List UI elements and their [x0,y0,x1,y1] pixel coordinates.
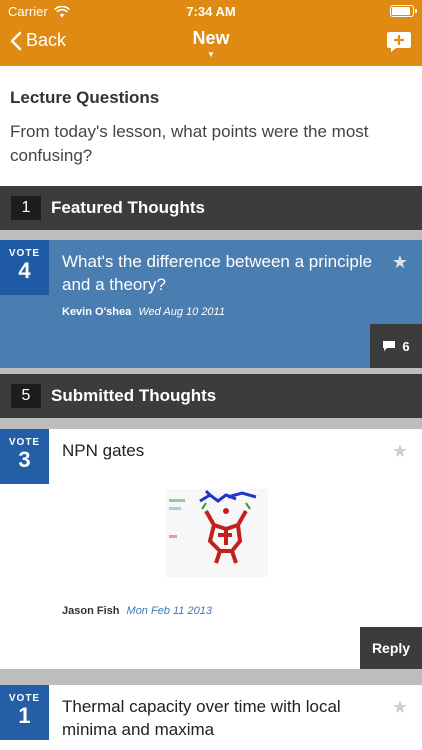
comment-icon [383,341,396,351]
author-name: Kevin O'shea [62,306,132,318]
compose-icon [387,32,411,52]
star-icon[interactable]: ★ [392,252,408,273]
featured-thought-card[interactable]: VOTE 4 What's the difference between a p… [0,240,422,368]
thought-title: Thermal capacity over time with local mi… [62,697,341,739]
vote-count: 4 [18,258,31,283]
clock: 7:34 AM [186,4,236,19]
question-text: From today's lesson, what points were th… [10,122,369,165]
vote-button[interactable]: VOTE 3 [0,429,49,484]
thought-meta: Kevin O'shea Wed Aug 10 2011 [62,306,225,318]
section-count: 1 [11,196,41,220]
featured-section-header: 1 Featured Thoughts [0,186,422,230]
question-title: Lecture Questions [10,88,160,107]
status-bar: Carrier 7:34 AM [0,0,422,22]
nav-title[interactable]: New [0,28,422,49]
section-label: Featured Thoughts [51,198,205,217]
star-icon[interactable]: ★ [392,697,408,718]
submitted-section-header: 5 Submitted Thoughts [0,374,422,418]
battery-icon [390,5,417,17]
divider [0,418,422,429]
thought-meta: Jason Fish Mon Feb 11 2013 [62,605,212,617]
submitted-thought-card[interactable]: VOTE 1 Thermal capacity over time with l… [0,685,422,750]
section-count: 5 [11,384,41,408]
vote-button[interactable]: VOTE 4 [0,240,49,295]
comment-count: 6 [402,338,410,354]
author-name: Jason Fish [62,605,120,617]
thought-title: NPN gates [62,441,145,460]
question-panel: Lecture Questions From today's lesson, w… [0,66,422,186]
submitted-thought-card[interactable]: VOTE 3 NPN gates ★ Jason Fish Mon Feb 11 [0,429,422,669]
divider [0,669,422,685]
section-label: Submitted Thoughts [51,386,217,405]
comments-button[interactable]: 6 [370,324,422,368]
top-bar: Carrier 7:34 AM Back New ▼ [0,0,422,66]
vote-count: 1 [18,703,31,728]
navigation-bar: Back New ▼ [0,22,422,66]
reply-button[interactable]: Reply [360,627,422,669]
caret-down-icon[interactable]: ▼ [0,50,422,59]
post-date: Mon Feb 11 2013 [126,605,212,617]
thought-title: What's the difference between a principl… [62,252,373,294]
molecule-image-thumbnail[interactable] [166,489,268,577]
divider [0,230,422,240]
vote-button[interactable]: VOTE 1 [0,685,49,740]
post-date: Wed Aug 10 2011 [138,306,225,318]
compose-button[interactable] [386,30,412,54]
vote-count: 3 [18,447,31,472]
star-icon[interactable]: ★ [392,441,408,462]
